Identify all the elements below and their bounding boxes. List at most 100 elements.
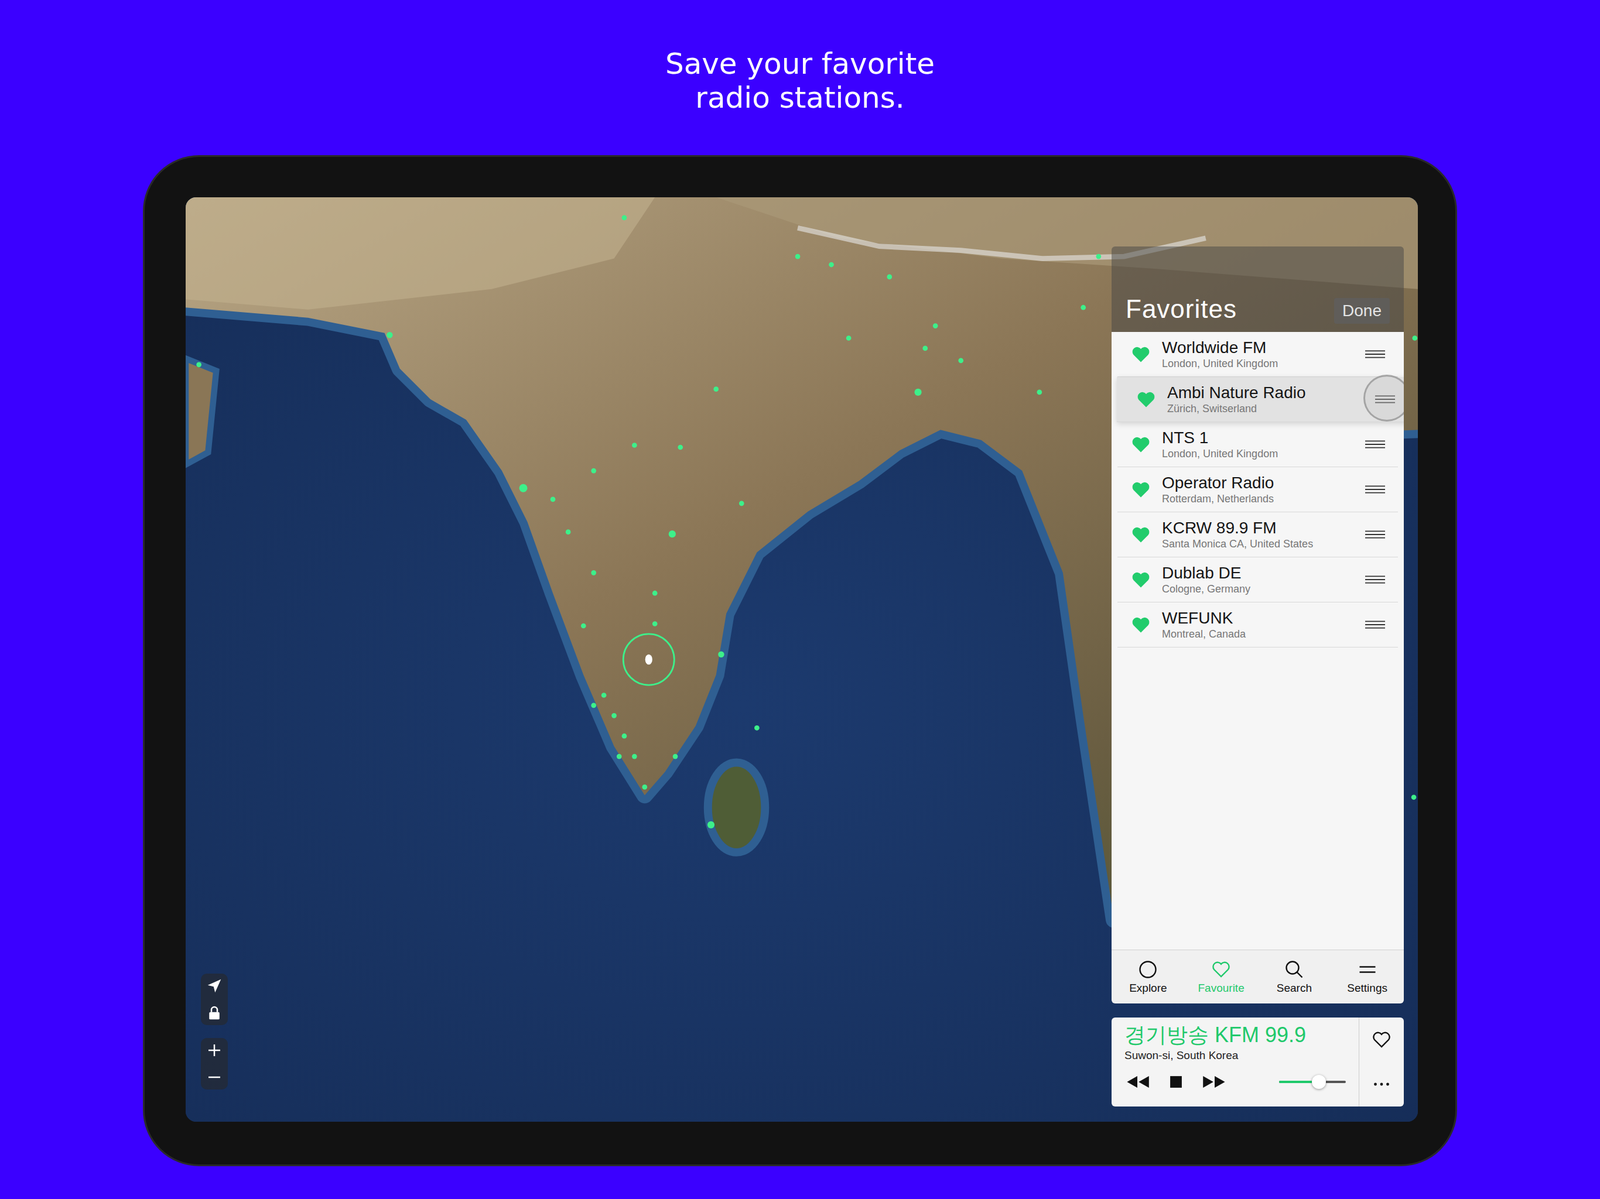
- station-dot[interactable]: [601, 692, 607, 699]
- station-dot[interactable]: [846, 335, 852, 341]
- selected-location[interactable]: [623, 634, 675, 686]
- station-dot[interactable]: [914, 388, 922, 396]
- favorite-row[interactable]: Worldwide FMLondon, United Kingdom: [1117, 332, 1398, 378]
- tab[interactable]: Search: [1257, 959, 1332, 996]
- control-group: [200, 973, 228, 1026]
- station-dot[interactable]: [580, 623, 587, 629]
- row-text: WEFUNKMontreal, Canada: [1161, 609, 1355, 642]
- favorite-heart-icon[interactable]: [1371, 1029, 1393, 1051]
- station-dot[interactable]: [677, 445, 683, 451]
- station-name: WEFUNK: [1161, 609, 1355, 628]
- player-main: 경기방송 KFM 99.9Suwon-si, South Korea: [1111, 1017, 1359, 1107]
- ocean: [185, 197, 1418, 1123]
- station-dot[interactable]: [519, 484, 528, 493]
- station-dot[interactable]: [611, 713, 617, 719]
- headline: Save your favoriteradio stations.: [665, 0, 935, 115]
- station-dot[interactable]: [754, 725, 760, 731]
- heart-icon[interactable]: [1130, 569, 1152, 591]
- volume-slider[interactable]: [1279, 1081, 1346, 1084]
- row-text: Ambi Nature RadioZürich, Switserland: [1167, 383, 1365, 416]
- volume-knob[interactable]: [1311, 1075, 1326, 1090]
- station-dot[interactable]: [590, 468, 597, 474]
- station-dot[interactable]: [590, 570, 597, 576]
- drag-handle-icon[interactable]: [1365, 349, 1386, 360]
- station-dot[interactable]: [621, 214, 628, 221]
- tab[interactable]: Favourite: [1184, 959, 1258, 996]
- station-dot[interactable]: [1036, 390, 1042, 396]
- station-name: Operator Radio: [1161, 473, 1355, 493]
- station-dot[interactable]: [672, 754, 679, 760]
- heart-icon[interactable]: [1130, 433, 1152, 456]
- station-dot[interactable]: [718, 651, 724, 658]
- station-dot[interactable]: [196, 361, 202, 368]
- station-dot[interactable]: [795, 254, 801, 260]
- station-dot[interactable]: [1080, 305, 1086, 311]
- location-arrow-icon[interactable]: [205, 977, 224, 996]
- station-dot[interactable]: [631, 442, 638, 449]
- station-dot[interactable]: [565, 529, 572, 535]
- station-dot[interactable]: [932, 323, 939, 329]
- station-dot[interactable]: [668, 530, 676, 538]
- station-dot[interactable]: [652, 590, 658, 597]
- more-icon[interactable]: [1371, 1074, 1393, 1096]
- favorites-list: Worldwide FMLondon, United Kingdom Ambi N…: [1111, 332, 1404, 950]
- heart-icon[interactable]: [1130, 343, 1152, 365]
- favorite-row[interactable]: NTS 1London, United Kingdom: [1117, 422, 1398, 468]
- headline-line: Save your favorite: [665, 46, 935, 81]
- forward-icon[interactable]: [1201, 1074, 1228, 1091]
- page: Save your favoriteradio stations. Favorit…: [0, 0, 1600, 1199]
- station-dot[interactable]: [707, 821, 715, 829]
- station-dot[interactable]: [616, 754, 622, 760]
- station-dot[interactable]: [652, 621, 658, 627]
- favorite-row[interactable]: KCRW 89.9 FMSanta Monica CA, United Stat…: [1117, 512, 1398, 558]
- station-dot[interactable]: [922, 346, 928, 352]
- station-location: London, United Kingdom: [1161, 357, 1355, 371]
- heart-icon[interactable]: [1135, 388, 1157, 410]
- station-dot[interactable]: [621, 733, 628, 740]
- favorite-row[interactable]: WEFUNKMontreal, Canada: [1117, 602, 1398, 648]
- player-location: Suwon-si, South Korea: [1124, 1048, 1346, 1064]
- station-dot[interactable]: [739, 500, 745, 507]
- favorite-row[interactable]: Dublab DECologne, Germany: [1117, 557, 1398, 603]
- station-dot[interactable]: [631, 754, 638, 760]
- station-dot[interactable]: [1411, 794, 1417, 800]
- favorite-row[interactable]: Ambi Nature RadioZürich, Switserland: [1116, 377, 1404, 423]
- drag-handle-icon[interactable]: [1365, 484, 1386, 495]
- station-dot[interactable]: [713, 386, 719, 392]
- row-text: NTS 1London, United Kingdom: [1161, 428, 1355, 461]
- heart-icon[interactable]: [1130, 479, 1152, 501]
- drag-handle-icon[interactable]: [1365, 530, 1386, 540]
- lock-icon[interactable]: [205, 1004, 224, 1022]
- tab[interactable]: Settings: [1330, 959, 1404, 996]
- zoom-out-icon[interactable]: [205, 1068, 224, 1087]
- station-dot[interactable]: [1095, 254, 1102, 260]
- tab-label: Search: [1276, 982, 1312, 996]
- station-dot[interactable]: [958, 357, 964, 364]
- heart-icon[interactable]: [1130, 614, 1152, 636]
- station-location: Montreal, Canada: [1161, 627, 1355, 642]
- drag-handle-icon[interactable]: [1365, 620, 1386, 630]
- station-dot[interactable]: [886, 274, 892, 280]
- station-name: Dublab DE: [1161, 563, 1355, 583]
- panel-title: Favorites: [1125, 294, 1237, 324]
- zoom-group: [200, 1038, 228, 1090]
- station-dot[interactable]: [590, 703, 597, 709]
- tab[interactable]: Explore: [1111, 959, 1185, 996]
- panel-header: Favorites Done: [1111, 246, 1404, 333]
- station-dot[interactable]: [828, 262, 834, 268]
- done-button[interactable]: Done: [1334, 298, 1390, 324]
- favorite-row[interactable]: Operator RadioRotterdam, Netherlands: [1117, 467, 1398, 513]
- station-dot[interactable]: [1412, 335, 1418, 341]
- stop-icon[interactable]: [1163, 1074, 1189, 1091]
- location-pin: [645, 654, 653, 665]
- zoom-in-icon[interactable]: [205, 1041, 224, 1060]
- explore-icon: [1137, 959, 1159, 981]
- drag-handle-icon[interactable]: [1365, 575, 1386, 585]
- station-dot[interactable]: [550, 497, 556, 503]
- drag-handle-icon[interactable]: [1365, 439, 1386, 450]
- station-location: Zürich, Switserland: [1167, 402, 1365, 416]
- rewind-icon[interactable]: [1124, 1074, 1151, 1091]
- heart-icon[interactable]: [1130, 524, 1152, 546]
- station-dot[interactable]: [641, 784, 648, 791]
- station-dot[interactable]: [386, 332, 393, 338]
